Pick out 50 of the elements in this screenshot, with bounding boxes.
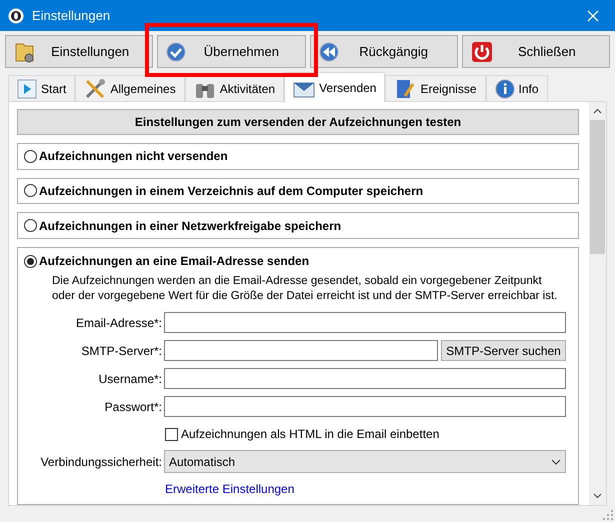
field-label: SMTP-Server*: (80, 342, 163, 360)
option-label[interactable]: Aufzeichnungen in einer Netzwerkfreigabe speichern (39, 216, 342, 235)
input-field[interactable] (164, 340, 438, 362)
scroll-up-icon[interactable] (593, 108, 602, 114)
checkbox-label[interactable]: Aufzeichnungen als HTML in die Email einbetten (181, 425, 440, 444)
radio-button[interactable] (24, 150, 37, 163)
advanced-settings-link[interactable]: Erweiterte Einstellungen (165, 482, 294, 496)
input-field[interactable] (164, 396, 566, 418)
scroll-down-icon[interactable] (593, 493, 602, 499)
scrollbar[interactable] (589, 102, 606, 505)
toolbar-button[interactable]: Schließen (462, 35, 610, 68)
tab[interactable]: Aktivitäten (184, 75, 284, 101)
tab[interactable]: Info (486, 75, 548, 101)
radio-button[interactable] (24, 184, 37, 198)
scroll-thumb[interactable] (590, 120, 605, 254)
option-label[interactable]: Aufzeichnungen in einem Verzeichnis auf dem Computer speichern (39, 182, 424, 200)
toolbar-button[interactable]: Einstellungen (5, 35, 154, 68)
rewind-icon (318, 42, 338, 62)
chevron-down-icon (551, 458, 561, 465)
play-icon (17, 78, 37, 98)
tab[interactable]: Ereignisse (385, 75, 486, 101)
field-label: Passwort*: (104, 398, 163, 416)
option-label[interactable]: Aufzeichnungen an eine Email-Adresse senden (39, 252, 310, 270)
description-text: Die Aufzeichnungen werden an die Email-Adresse gesendet, sobald ein vorgegebener Zeitpunkt oder der vorgegebene Wert für die Größe der Datei erreicht ist und der SMTP-Server erreichbar ist. (51, 274, 558, 304)
tab[interactable]: Versenden (284, 72, 386, 102)
resize-grip-icon[interactable] (603, 510, 613, 520)
search-button[interactable]: SMTP-Server suchen (441, 340, 566, 362)
power-icon (470, 40, 493, 62)
field-label: Verbindungssicherheit: (40, 454, 163, 471)
tab[interactable]: Allgemeines (75, 75, 185, 101)
tab[interactable]: Start (8, 75, 76, 101)
tools-icon (84, 78, 106, 100)
toolbar-button[interactable]: Übernehmen (157, 35, 306, 68)
toolbar-button[interactable]: Rückgängig (310, 35, 458, 68)
input-field[interactable] (164, 312, 566, 334)
field-label: Username*: (98, 370, 163, 388)
input-field[interactable] (164, 368, 566, 390)
window-title: Einstellungen (32, 6, 112, 25)
checkbox[interactable] (165, 428, 178, 441)
field-label: Email-Adresse*: (74, 314, 163, 332)
checkmark-icon (166, 42, 186, 62)
document-pen-icon (394, 78, 416, 100)
test-button[interactable]: Einstellungen zum versenden der Aufzeichnungen testen (17, 109, 579, 135)
dropdown[interactable]: Automatisch (164, 450, 566, 474)
app-icon (8, 8, 24, 24)
option-label[interactable]: Aufzeichnungen nicht versenden (39, 147, 228, 166)
radio-button[interactable] (24, 254, 37, 268)
close-icon[interactable] (587, 10, 599, 22)
info-icon (494, 78, 514, 98)
radio-button[interactable] (24, 219, 37, 232)
